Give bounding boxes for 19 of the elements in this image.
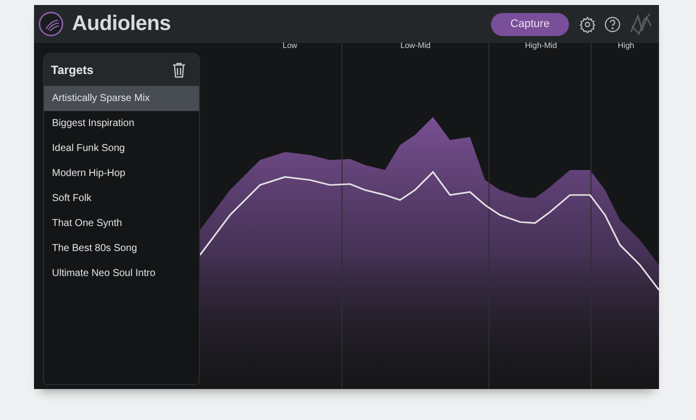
settings-icon[interactable]	[579, 16, 596, 32]
band-label: High-Mid	[524, 41, 558, 50]
target-item[interactable]: The Best 80s Song	[44, 236, 199, 261]
help-icon[interactable]	[604, 16, 621, 32]
capture-button[interactable]: Capture	[491, 12, 569, 36]
band-label: Low	[282, 41, 298, 50]
target-item[interactable]: Soft Folk	[44, 186, 199, 211]
targets-title: Targets	[51, 63, 94, 77]
target-item[interactable]: That One Synth	[44, 211, 199, 236]
target-item[interactable]: Biggest Inspiration	[44, 111, 199, 136]
trash-icon[interactable]	[172, 62, 186, 78]
target-item[interactable]: Artistically Sparse Mix	[44, 86, 199, 111]
logo-icon	[38, 11, 64, 37]
target-item[interactable]: Ideal Funk Song	[44, 136, 199, 161]
app-title: Audiolens	[72, 12, 172, 36]
target-item[interactable]: Ultimate Neo Soul Intro	[44, 261, 199, 286]
band-label: High	[616, 41, 636, 50]
target-item[interactable]: Modern Hip-Hop	[44, 161, 199, 186]
band-label: Low-Mid	[399, 41, 432, 50]
